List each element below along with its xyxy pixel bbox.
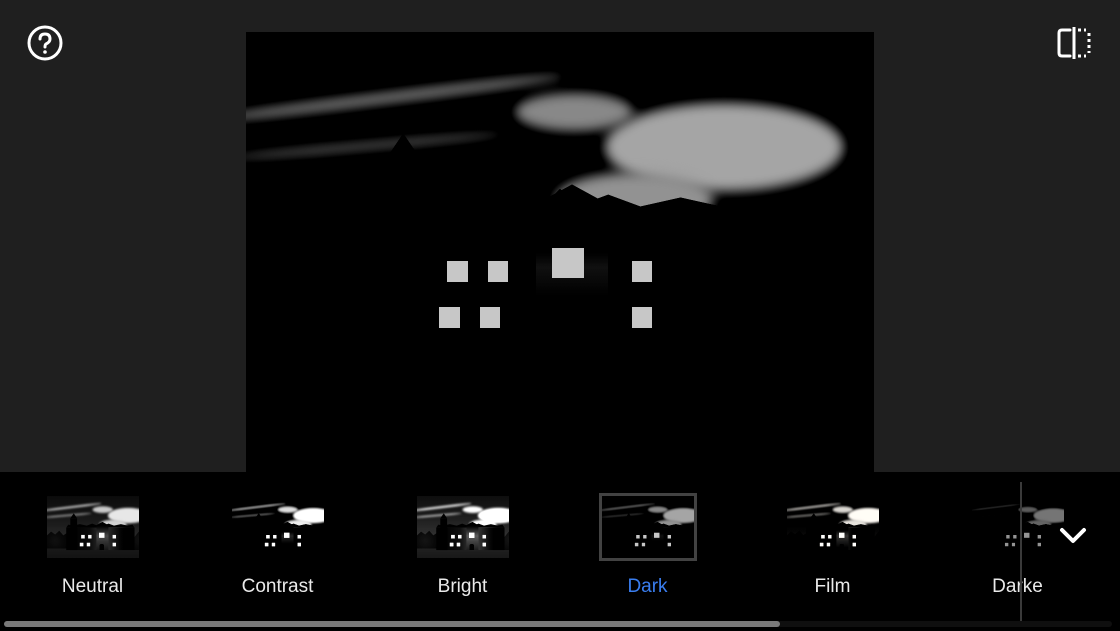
filter-item-contrast[interactable]: Contrast: [185, 496, 370, 598]
filter-label: Darke: [992, 576, 1043, 598]
scrollbar[interactable]: [4, 621, 1112, 627]
help-icon[interactable]: [26, 24, 64, 67]
filter-strip: Neutral Contrast: [0, 472, 1120, 631]
filter-thumbnail[interactable]: [417, 496, 509, 558]
filter-item-neutral[interactable]: Neutral: [0, 496, 185, 598]
chevron-down-icon[interactable]: [1056, 518, 1090, 557]
filter-label: Neutral: [62, 576, 123, 598]
filter-label: Dark: [627, 576, 667, 598]
filter-thumbnail[interactable]: [602, 496, 694, 558]
filter-item-dark[interactable]: Dark: [555, 496, 740, 598]
filter-scroll[interactable]: Neutral Contrast: [0, 472, 1120, 598]
filter-label: Film: [815, 576, 851, 598]
compare-icon[interactable]: [1054, 23, 1094, 68]
strip-divider: [1020, 482, 1022, 621]
filter-thumbnail[interactable]: [232, 496, 324, 558]
filter-thumbnail[interactable]: [972, 496, 1064, 558]
filter-item-film[interactable]: Film: [740, 496, 925, 598]
preview-image[interactable]: [246, 32, 874, 473]
scrollbar-thumb[interactable]: [4, 621, 780, 627]
filter-thumbnail[interactable]: [47, 496, 139, 558]
filter-label: Contrast: [242, 576, 314, 598]
filter-label: Bright: [438, 576, 488, 598]
filter-item-bright[interactable]: Bright: [370, 496, 555, 598]
filter-thumbnail[interactable]: [787, 496, 879, 558]
